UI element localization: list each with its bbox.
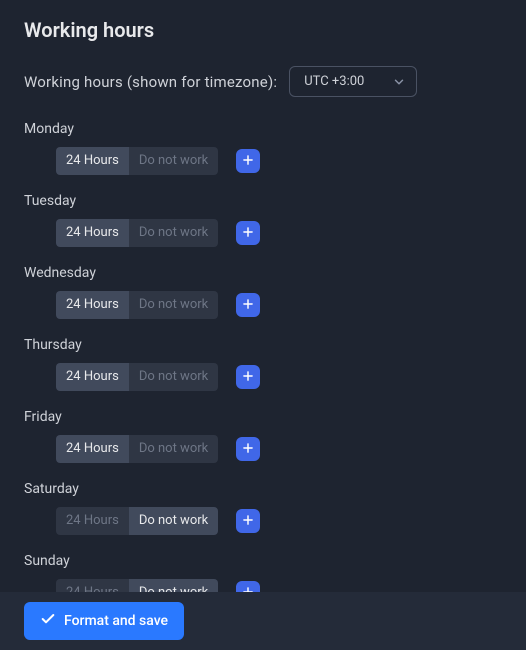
day-block: Wednesday 24 HoursDo not work (24, 265, 502, 319)
footer: Format and save (0, 592, 526, 650)
add-time-range-button[interactable] (236, 437, 260, 461)
do-not-work-button[interactable]: Do not work (129, 147, 218, 175)
hours-segmented: 24 HoursDo not work (56, 219, 218, 247)
add-time-range-button[interactable] (236, 509, 260, 533)
day-label: Thursday (24, 337, 502, 353)
chevron-down-icon (392, 75, 406, 89)
timezone-row: Working hours (shown for timezone): UTC … (24, 66, 502, 97)
hours-segmented: 24 HoursDo not work (56, 291, 218, 319)
day-label: Monday (24, 121, 502, 137)
do-not-work-button[interactable]: Do not work (129, 507, 218, 535)
hours-segmented: 24 HoursDo not work (56, 435, 218, 463)
do-not-work-button[interactable]: Do not work (129, 291, 218, 319)
24-hours-button[interactable]: 24 Hours (56, 147, 129, 175)
day-label: Tuesday (24, 193, 502, 209)
plus-icon (241, 441, 255, 458)
day-label: Wednesday (24, 265, 502, 281)
24-hours-button[interactable]: 24 Hours (56, 507, 129, 535)
add-time-range-button[interactable] (236, 149, 260, 173)
do-not-work-button[interactable]: Do not work (129, 435, 218, 463)
day-controls: 24 HoursDo not work (24, 291, 502, 319)
24-hours-button[interactable]: 24 Hours (56, 219, 129, 247)
day-block: Monday 24 HoursDo not work (24, 121, 502, 175)
save-button-label: Format and save (64, 613, 168, 629)
day-block: Thursday 24 HoursDo not work (24, 337, 502, 391)
timezone-select[interactable]: UTC +3:00 (289, 66, 417, 97)
do-not-work-button[interactable]: Do not work (129, 363, 218, 391)
day-controls: 24 HoursDo not work (24, 507, 502, 535)
24-hours-button[interactable]: 24 Hours (56, 291, 129, 319)
add-time-range-button[interactable] (236, 221, 260, 245)
page-title: Working hours (24, 18, 502, 42)
day-controls: 24 HoursDo not work (24, 435, 502, 463)
day-label: Saturday (24, 481, 502, 497)
plus-icon (241, 297, 255, 314)
add-time-range-button[interactable] (236, 365, 260, 389)
day-block: Tuesday 24 HoursDo not work (24, 193, 502, 247)
plus-icon (241, 225, 255, 242)
timezone-label: Working hours (shown for timezone): (24, 73, 277, 91)
hours-segmented: 24 HoursDo not work (56, 507, 218, 535)
format-and-save-button[interactable]: Format and save (24, 602, 184, 640)
do-not-work-button[interactable]: Do not work (129, 219, 218, 247)
day-controls: 24 HoursDo not work (24, 147, 502, 175)
24-hours-button[interactable]: 24 Hours (56, 435, 129, 463)
plus-icon (241, 369, 255, 386)
day-controls: 24 HoursDo not work (24, 219, 502, 247)
plus-icon (241, 153, 255, 170)
day-label: Friday (24, 409, 502, 425)
hours-segmented: 24 HoursDo not work (56, 147, 218, 175)
add-time-range-button[interactable] (236, 293, 260, 317)
day-block: Friday 24 HoursDo not work (24, 409, 502, 463)
day-label: Sunday (24, 553, 502, 569)
timezone-value: UTC +3:00 (304, 74, 364, 89)
plus-icon (241, 513, 255, 530)
24-hours-button[interactable]: 24 Hours (56, 363, 129, 391)
check-icon (40, 611, 56, 631)
day-controls: 24 HoursDo not work (24, 363, 502, 391)
hours-segmented: 24 HoursDo not work (56, 363, 218, 391)
day-block: Saturday 24 HoursDo not work (24, 481, 502, 535)
